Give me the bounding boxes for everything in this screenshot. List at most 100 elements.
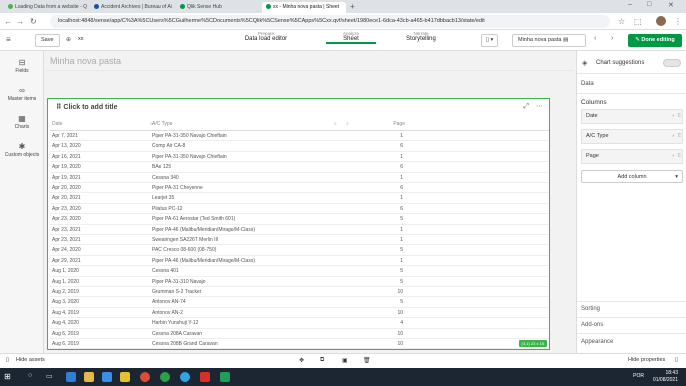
cell-page: 5 bbox=[400, 299, 403, 306]
table-row[interactable]: Aug 1, 2020 Cessna 401 5 bbox=[50, 266, 549, 277]
table-row[interactable]: Aug 1, 2020 Piper PA-31-310 Navajo 5 bbox=[50, 277, 549, 287]
hide-properties-icon[interactable]: ▯ bbox=[675, 357, 678, 363]
chevron-right-icon[interactable]: › bbox=[672, 133, 674, 139]
assets-master-items[interactable]: ∞ Master items bbox=[0, 86, 44, 102]
file-explorer-icon[interactable] bbox=[84, 372, 94, 382]
table-row[interactable]: Aug 4, 2020 Harbin Yunshuji Y-12 4 bbox=[50, 318, 549, 329]
field-row-page[interactable]: Page › ⠿ bbox=[581, 149, 683, 164]
table-row[interactable]: Apr 23, 2021 Piper PA-46 (Malibu/Meridian… bbox=[50, 225, 549, 235]
table-row[interactable]: Apr 19, 2021 Cessna 340 1 bbox=[50, 173, 549, 183]
search-icon[interactable]: ○ bbox=[28, 372, 32, 379]
expand-icon[interactable]: ⤢ bbox=[523, 103, 529, 111]
copy-icon[interactable]: ⧉ bbox=[320, 357, 324, 364]
hide-properties-button[interactable]: Hide properties bbox=[628, 357, 665, 363]
minimize-icon[interactable]: – bbox=[628, 1, 632, 8]
more-options-icon[interactable]: ⋯ bbox=[536, 102, 543, 110]
avatar[interactable] bbox=[656, 16, 666, 26]
table-row[interactable]: Aug 6, 2019 Cessna 208A Caravan 10 bbox=[50, 329, 549, 339]
table-row[interactable]: Aug 2, 2019 Grumman S-2 Tracker 10 bbox=[50, 287, 549, 298]
table-row[interactable]: Apr 13, 2020 Comp Air CA-8 6 bbox=[50, 141, 549, 152]
column-header-page[interactable]: ⌕ Page bbox=[346, 121, 405, 130]
close-window-icon[interactable]: ✕ bbox=[668, 1, 674, 9]
bookmark-button[interactable]: ▯ ▾ bbox=[481, 34, 499, 47]
next-sheet-icon[interactable]: › bbox=[611, 35, 613, 42]
table-row[interactable]: Apr 20, 2021 Learjet 35 1 bbox=[50, 193, 549, 204]
drag-handle-icon[interactable]: ⠿ bbox=[677, 153, 681, 159]
table-row[interactable]: Apr 7, 2021 Piper PA-31-350 Navajo Chieft… bbox=[50, 131, 549, 142]
table-row[interactable]: Aug 6, 2019 Cessna 208B Grand Caravan 10 bbox=[50, 339, 549, 350]
assets-custom-objects[interactable]: ✱ Custom objects bbox=[0, 142, 44, 158]
reload-icon[interactable]: ↻ bbox=[30, 17, 37, 26]
table-row[interactable]: Apr 23, 2020 Pilatus PC-12 6 bbox=[50, 204, 549, 215]
search-icon[interactable]: ⌕ bbox=[346, 121, 349, 127]
menu-icon[interactable]: ⋮ bbox=[674, 17, 682, 26]
table-row[interactable]: Apr 20, 2020 Piper PA-31 Cheyenne 6 bbox=[50, 183, 549, 194]
chevron-right-icon[interactable]: › bbox=[672, 113, 674, 119]
add-column-button[interactable]: Add column ▾ bbox=[581, 170, 683, 183]
cell-page: 10 bbox=[397, 289, 403, 295]
table-row[interactable]: Apr 29, 2021 Piper PA-46 (Malibu/Meridian… bbox=[50, 256, 549, 267]
assets-charts[interactable]: ▦ Charts bbox=[0, 114, 44, 130]
previous-sheet-icon[interactable]: ‹ bbox=[594, 35, 596, 42]
paste-icon[interactable]: ▣ bbox=[342, 357, 348, 364]
delete-icon[interactable]: 🗑 bbox=[363, 357, 371, 364]
table-row[interactable]: Apr 19, 2020 BAe 125 6 bbox=[50, 162, 549, 173]
nav-narrate[interactable]: Narrate Storytelling bbox=[396, 31, 446, 42]
qlik-icon[interactable] bbox=[160, 372, 170, 382]
sheet-selector[interactable]: Minha nova pasta ▤ bbox=[512, 34, 586, 47]
table-object[interactable]: ⠿ Click to add title ⤢ ⋯ Date ⌕ A/C Type ⌕… bbox=[47, 98, 550, 350]
drag-handle-icon[interactable]: ⠿ bbox=[677, 113, 681, 119]
browser-tab[interactable]: Qlik Sense Hub bbox=[176, 2, 260, 13]
section-appearance[interactable]: Appearance bbox=[581, 339, 613, 345]
chrome-icon[interactable] bbox=[140, 372, 150, 382]
hamburger-menu-icon[interactable]: ≡ bbox=[6, 35, 11, 44]
table-row[interactable]: Apr 23, 2020 Piper PA-61 Aerostar (Ted Sm… bbox=[50, 214, 549, 225]
table-row[interactable]: Aug 3, 2020 Antonov AN-74 5 bbox=[50, 297, 549, 308]
taskbar-app-icon[interactable] bbox=[120, 372, 130, 382]
tab-data[interactable]: Data bbox=[581, 81, 594, 87]
hide-assets-icon[interactable]: ▯ bbox=[6, 357, 9, 363]
browser-tab[interactable]: Accident Archives | Bureau of Ai bbox=[90, 2, 174, 13]
taskbar-app-icon[interactable] bbox=[102, 372, 112, 382]
input-language[interactable]: POR bbox=[633, 373, 644, 379]
section-sorting[interactable]: Sorting bbox=[581, 306, 600, 312]
windows-start-icon[interactable]: ⊞ bbox=[4, 372, 11, 381]
system-clock[interactable]: 18:43 01/08/2021 bbox=[653, 370, 678, 384]
column-header-date[interactable]: Date ⌕ bbox=[52, 121, 153, 130]
taskbar-app-icon[interactable] bbox=[200, 372, 210, 382]
field-row-ac-type[interactable]: A/C Type › ⠿ bbox=[581, 129, 683, 144]
maximize-icon[interactable]: □ bbox=[647, 1, 651, 8]
table-row[interactable]: Aug 4, 2019 Antonov AN-2 10 bbox=[50, 308, 549, 319]
section-addons[interactable]: Add-ons bbox=[581, 322, 603, 328]
search-icon[interactable]: ⌕ bbox=[334, 121, 337, 127]
assets-fields[interactable]: ⊟ Fields bbox=[0, 58, 44, 74]
browser-tab-active[interactable]: xx - Minha nova pasta | Sheet bbox=[262, 2, 346, 13]
bookmark-star-icon[interactable]: ☆ bbox=[618, 17, 625, 26]
column-header-ac-type[interactable]: A/C Type ⌕ bbox=[152, 121, 342, 130]
new-tab-icon[interactable]: + bbox=[350, 2, 355, 11]
hide-assets-button[interactable]: Hide assets bbox=[16, 357, 45, 363]
extensions-icon[interactable]: ⬚ bbox=[634, 17, 642, 26]
taskbar-app-icon[interactable] bbox=[220, 372, 230, 382]
browser-tab[interactable]: Loading Data from a website - Q bbox=[4, 2, 88, 13]
url-field[interactable]: localhost:4848/sense/app/C%3A%5CUsers%5C… bbox=[50, 15, 610, 28]
table-row[interactable]: Apr 16, 2021 Piper PA-31-350 Navajo Chief… bbox=[50, 152, 549, 163]
drag-handle-icon[interactable]: ⠿ bbox=[677, 133, 681, 139]
done-editing-button[interactable]: ✎ Done editing bbox=[628, 34, 682, 47]
table-row[interactable]: Apr 24, 2020 PAC Cresco 08-600 (08-750) 5 bbox=[50, 245, 549, 256]
move-icon[interactable]: ✥ bbox=[299, 357, 304, 364]
chevron-right-icon[interactable]: › bbox=[672, 153, 674, 159]
back-icon[interactable]: ← bbox=[4, 17, 12, 26]
nav-prepare[interactable]: Prepare Data load editor bbox=[236, 31, 296, 42]
object-title[interactable]: ⠿ Click to add title bbox=[56, 103, 117, 111]
table-row[interactable]: Apr 23, 2021 Swearingen SA226T Merlin III… bbox=[50, 235, 549, 246]
taskbar-app-icon[interactable] bbox=[66, 372, 76, 382]
nav-analyze[interactable]: Analyze Sheet bbox=[326, 31, 376, 44]
forward-icon[interactable]: → bbox=[16, 17, 24, 26]
task-view-icon[interactable]: ▭ bbox=[46, 372, 53, 380]
sheet-title[interactable]: Minha nova pasta bbox=[50, 56, 121, 66]
field-row-date[interactable]: Date › ⠿ bbox=[581, 109, 683, 124]
telegram-icon[interactable] bbox=[180, 372, 190, 382]
chart-suggestions-toggle[interactable] bbox=[663, 59, 681, 67]
save-button[interactable]: Save bbox=[35, 34, 60, 47]
